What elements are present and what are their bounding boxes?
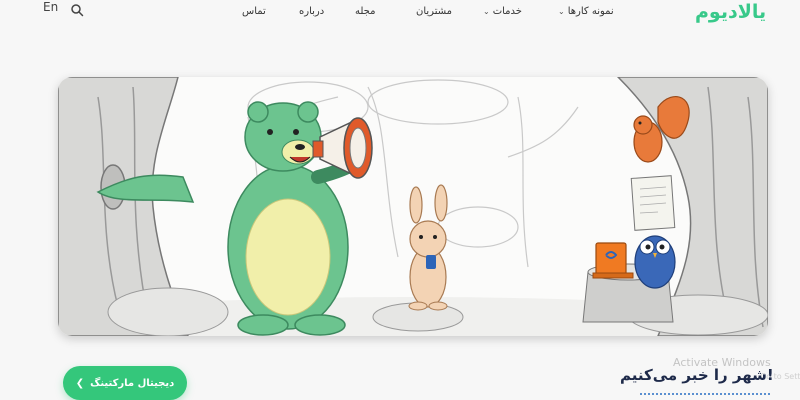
nav-item-magazine[interactable]: مجله bbox=[355, 6, 375, 17]
nav-label: تماس bbox=[242, 6, 266, 17]
site-logo[interactable]: یالادیوم bbox=[695, 1, 766, 23]
headline-underline bbox=[640, 393, 770, 399]
chevron-down-icon: ⌄ bbox=[558, 7, 565, 16]
hero-banner bbox=[58, 77, 768, 336]
language-switch[interactable]: En bbox=[43, 0, 58, 14]
nav-item-contact[interactable]: تماس bbox=[242, 6, 266, 17]
chevron-left-icon: ❮ bbox=[75, 377, 85, 389]
nav-label: نمونه کارها bbox=[567, 6, 614, 17]
nav-item-portfolio[interactable]: ⌄ نمونه کارها bbox=[558, 6, 614, 17]
cta-label: دیجیتال مارکتینگ bbox=[90, 377, 175, 389]
hero-illustration bbox=[58, 77, 768, 336]
nav-item-services[interactable]: ⌄ خدمات bbox=[483, 6, 522, 17]
nav-label: مشتریان bbox=[416, 6, 452, 17]
nav-label: خدمات bbox=[492, 6, 522, 17]
notice-paper bbox=[630, 175, 676, 231]
nav-label: مجله bbox=[355, 6, 376, 17]
chevron-down-icon: ⌄ bbox=[483, 7, 490, 16]
site-header: En ⌄ نمونه کارها ⌄ خدمات مشتریان مجله دربا… bbox=[0, 0, 800, 34]
nav-item-clients[interactable]: مشتریان bbox=[416, 6, 452, 17]
hero-headline: شهر را خبر می‌کنیم! bbox=[620, 366, 774, 384]
nav-label: درباره bbox=[299, 6, 325, 17]
digital-marketing-button[interactable]: ❮ دیجیتال مارکتینگ bbox=[63, 366, 187, 400]
search-icon[interactable] bbox=[70, 2, 84, 17]
nav-item-about[interactable]: درباره bbox=[299, 6, 324, 17]
